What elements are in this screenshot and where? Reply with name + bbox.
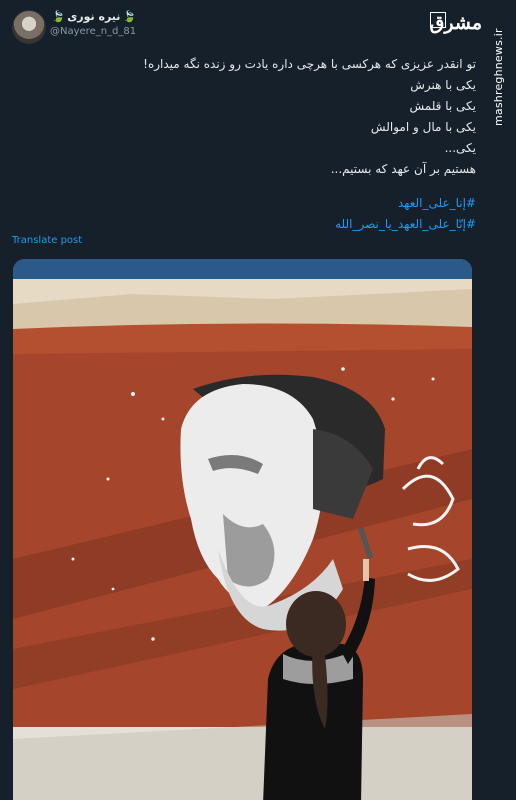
author-block[interactable]: 🍃 نیره نوری 🍃 @Nayere_n_d_81 bbox=[50, 10, 136, 37]
leaf-icon: 🍃 bbox=[51, 10, 66, 23]
avatar[interactable] bbox=[12, 10, 46, 44]
tweet-photo[interactable] bbox=[13, 259, 472, 800]
site-watermark: mashreghnews.ir bbox=[492, 28, 505, 126]
hashtag-link[interactable]: #إنا_علی_العهد bbox=[56, 193, 476, 214]
tweet-body: تو انقدر عزیزی که هرکسی با هرچی داره یاد… bbox=[56, 54, 476, 180]
tweet-line: یکی با قلمش bbox=[409, 99, 476, 113]
tweet-line: یکی با هنرش bbox=[410, 78, 476, 92]
mashregh-logo: مشرق bbox=[429, 12, 482, 34]
mural-photo-illustration bbox=[13, 259, 472, 800]
user-handle[interactable]: @Nayere_n_d_81 bbox=[50, 26, 136, 37]
display-name-text: نیره نوری bbox=[67, 10, 121, 23]
hashtag-list: #إنا_علی_العهد #إنّا_علی_العهد_یا_نصر_ال… bbox=[56, 193, 476, 235]
hashtag-link[interactable]: #إنّا_علی_العهد_یا_نصر_الله bbox=[56, 214, 476, 235]
translate-post-link[interactable]: Translate post bbox=[12, 235, 82, 246]
tweet-line: هستیم بر آن عهد که بستیم... bbox=[330, 162, 476, 176]
leaf-icon: 🍃 bbox=[122, 10, 137, 23]
display-name[interactable]: 🍃 نیره نوری 🍃 bbox=[50, 10, 137, 23]
tweet-line: یکی با مال و اموالش bbox=[370, 120, 476, 134]
tweet-line: یکی... bbox=[444, 141, 476, 155]
tweet-line: تو انقدر عزیزی که هرکسی با هرچی داره یاد… bbox=[143, 57, 476, 71]
